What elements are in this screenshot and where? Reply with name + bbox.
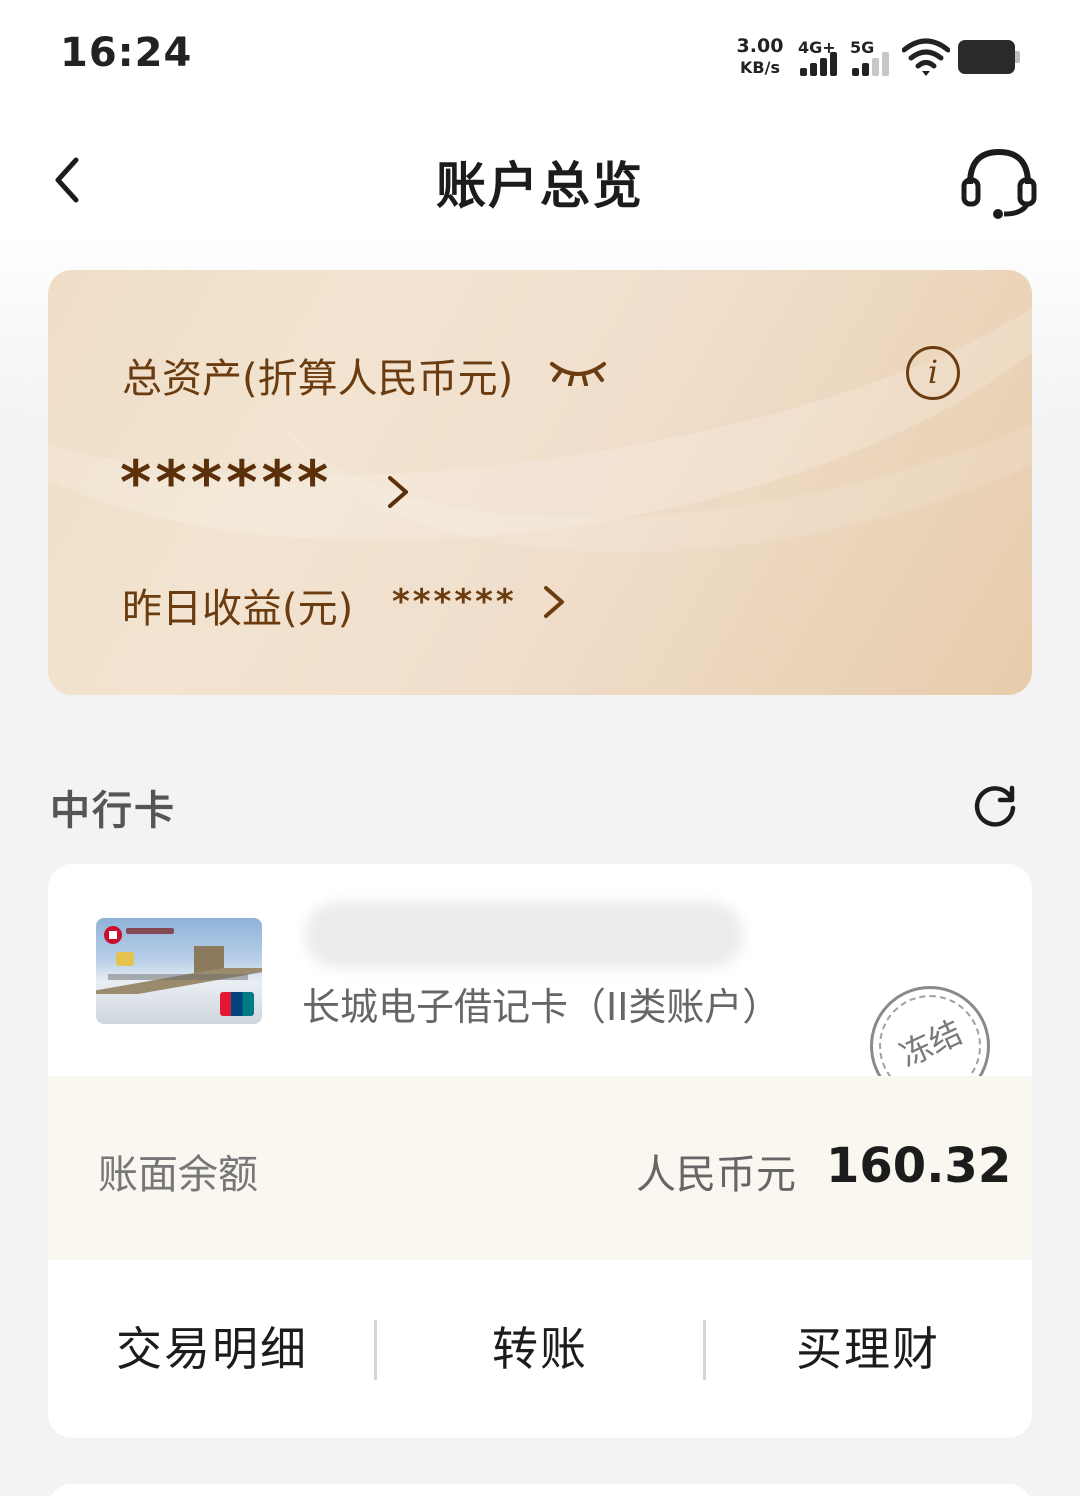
transaction-details-button[interactable]: 交易明细 — [48, 1260, 376, 1438]
wifi-icon — [902, 38, 950, 76]
battery-icon — [958, 40, 1020, 74]
network-speed-unit: KB/s — [740, 58, 780, 77]
buy-wealth-button[interactable]: 买理财 — [704, 1260, 1032, 1438]
account-actions: 交易明细 转账 买理财 — [48, 1260, 1032, 1438]
eye-closed-icon[interactable] — [548, 358, 608, 386]
chevron-right-icon[interactable] — [384, 472, 412, 512]
chevron-right-icon[interactable] — [540, 582, 568, 622]
balance-amount: 160.32 — [826, 1138, 1012, 1194]
page-title: 账户总览 — [436, 157, 644, 215]
headset-icon[interactable] — [958, 144, 1040, 220]
top-nav: 账户总览 — [0, 120, 1080, 240]
bank-card-image — [96, 918, 262, 1024]
account-card[interactable]: 长城电子借记卡（II类账户） 冻结 账面余额 人民币元 160.32 交易明细 … — [48, 864, 1032, 1438]
balance-row: 账面余额 人民币元 160.32 — [48, 1076, 1032, 1260]
info-icon[interactable]: i — [906, 346, 960, 400]
network-speed: 3.00 KB/s — [734, 36, 786, 78]
card-type: 长城电子借记卡（II类账户） — [302, 985, 781, 1029]
yesterday-income-value[interactable]: ****** — [392, 582, 517, 622]
refresh-icon[interactable] — [970, 780, 1020, 830]
balance-label: 账面余额 — [98, 1152, 258, 1198]
info-glyph: i — [927, 353, 939, 391]
status-bar: 16:24 3.00 KB/s 4G+ 5G — [0, 0, 1080, 110]
total-assets-label: 总资产(折算人民币元) — [122, 356, 514, 402]
network-speed-value: 3.00 — [736, 35, 784, 57]
transfer-button[interactable]: 转账 — [376, 1260, 704, 1438]
balance-currency: 人民币元 — [636, 1152, 796, 1198]
section-title: 中行卡 — [50, 788, 176, 834]
status-time: 16:24 — [60, 30, 193, 76]
total-assets-card: 总资产(折算人民币元) i ****** 昨日收益(元) ****** — [48, 270, 1032, 695]
total-assets-value[interactable]: ****** — [120, 448, 332, 518]
yesterday-income-label: 昨日收益(元) — [122, 586, 354, 632]
next-account-card[interactable] — [48, 1484, 1032, 1496]
masked-account-name — [304, 902, 744, 968]
